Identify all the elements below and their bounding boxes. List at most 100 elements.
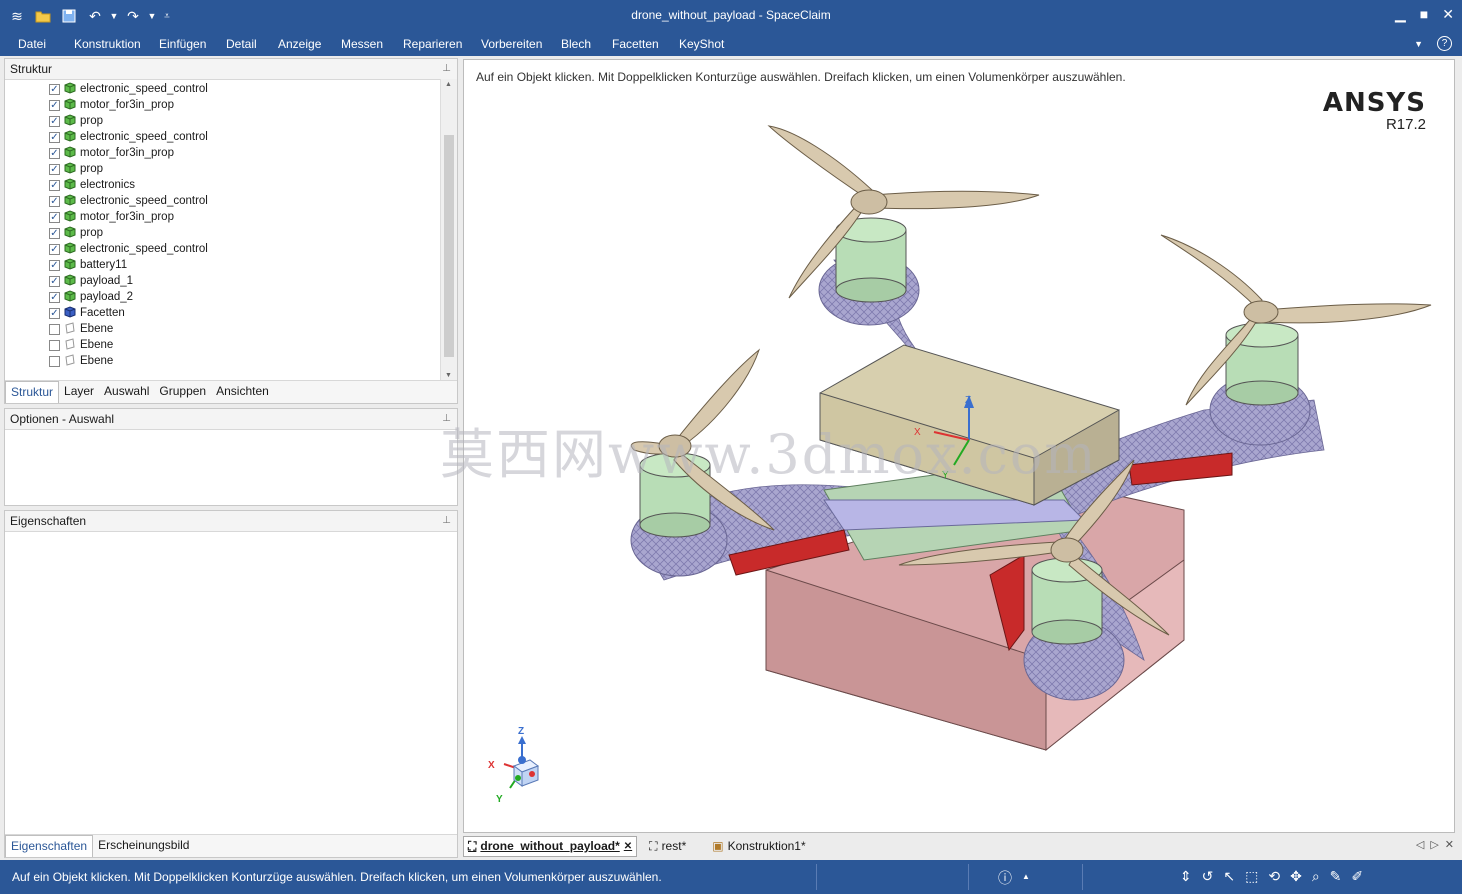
tree-item[interactable]: ✓ electronic_speed_control: [49, 81, 208, 97]
visibility-checkbox[interactable]: [49, 355, 60, 367]
tab-prev-icon[interactable]: ◁: [1416, 838, 1424, 851]
tree-item[interactable]: Ebene: [49, 321, 113, 337]
scroll-up-icon[interactable]: ▲: [445, 81, 452, 88]
menu-konstruktion[interactable]: Konstruktion: [74, 37, 141, 51]
scroll-down-icon[interactable]: ▼: [445, 372, 452, 379]
view-cube[interactable]: Z X Y: [488, 726, 540, 805]
menu-anzeige[interactable]: Anzeige: [278, 37, 321, 51]
tab-gruppen[interactable]: Gruppen: [154, 381, 211, 403]
visibility-checkbox[interactable]: ✓: [49, 291, 60, 303]
visibility-checkbox[interactable]: [49, 339, 60, 351]
info-icon[interactable]: ⓘ: [998, 868, 1012, 888]
pen-icon[interactable]: ✐: [1351, 868, 1363, 888]
tree-item[interactable]: ✓ motor_for3in_prop: [49, 209, 174, 225]
tab-ansichten[interactable]: Ansichten: [211, 381, 274, 403]
doc-tab-konstruktion[interactable]: ▣ Konstruktion1*: [708, 837, 809, 855]
tree-item[interactable]: ✓ battery11: [49, 257, 127, 273]
visibility-checkbox[interactable]: ✓: [49, 243, 60, 255]
spin-icon[interactable]: ⟲: [1268, 868, 1280, 888]
visibility-checkbox[interactable]: ✓: [49, 163, 60, 175]
tree-item[interactable]: ✓ payload_2: [49, 289, 133, 305]
menu-reparieren[interactable]: Reparieren: [403, 37, 462, 51]
tree-item[interactable]: Ebene: [49, 353, 113, 369]
select-arrow-icon[interactable]: ↖: [1223, 868, 1235, 888]
tree-item[interactable]: ✓ motor_for3in_prop: [49, 97, 174, 113]
tree-item[interactable]: ✓ motor_for3in_prop: [49, 145, 174, 161]
tree-item[interactable]: ✓ prop: [49, 225, 103, 241]
menu-vorbereiten[interactable]: Vorbereiten: [481, 37, 542, 51]
assembly-icon: ▣: [712, 839, 724, 853]
tree-item[interactable]: ✓ electronic_speed_control: [49, 129, 208, 145]
pan-icon[interactable]: ✥: [1290, 868, 1302, 888]
menu-messen[interactable]: Messen: [341, 37, 383, 51]
document-icon: ⛶: [649, 838, 658, 853]
visibility-checkbox[interactable]: ✓: [49, 179, 60, 191]
visibility-checkbox[interactable]: ✓: [49, 195, 60, 207]
scroll-thumb[interactable]: [444, 135, 454, 357]
menu-detail[interactable]: Detail: [226, 37, 257, 51]
visibility-checkbox[interactable]: ✓: [49, 275, 60, 287]
tree-item-label: prop: [80, 115, 104, 127]
body-cube-icon: [64, 129, 76, 145]
pin-icon[interactable]: ⊥: [442, 409, 451, 429]
tab-struktur[interactable]: Struktur: [5, 381, 60, 403]
structure-scrollbar[interactable]: ▲ ▼: [440, 79, 457, 381]
zoom-icon[interactable]: ⌕: [1312, 868, 1320, 888]
menu-blech[interactable]: Blech: [561, 37, 591, 51]
tree-item[interactable]: ✓ prop: [49, 113, 103, 129]
tree-item[interactable]: ✓ electronic_speed_control: [49, 193, 208, 209]
properties-tabs: Eigenschaften Erscheinungsbild: [5, 834, 457, 857]
visibility-checkbox[interactable]: [49, 323, 60, 335]
tree-item[interactable]: ✓ payload_1: [49, 273, 133, 289]
visibility-checkbox[interactable]: ✓: [49, 259, 60, 271]
tab-layer[interactable]: Layer: [59, 381, 99, 403]
menu-bar: Datei Konstruktion Einfügen Detail Anzei…: [0, 32, 1462, 56]
ribbon-collapse-icon[interactable]: ▼: [1414, 39, 1423, 51]
visibility-checkbox[interactable]: ✓: [49, 307, 60, 319]
3d-viewport[interactable]: Auf ein Objekt klicken. Mit Doppelklicke…: [463, 59, 1455, 833]
selection-filter-icon[interactable]: ⇕: [1180, 868, 1192, 888]
menu-datei[interactable]: Datei: [18, 37, 46, 51]
body-cube-icon: [64, 193, 76, 209]
menu-einfuegen[interactable]: Einfügen: [159, 37, 206, 51]
close-tab-icon[interactable]: ✕: [624, 841, 632, 852]
menu-facetten[interactable]: Facetten: [612, 37, 659, 51]
box-select-icon[interactable]: ⬚: [1245, 868, 1258, 888]
visibility-checkbox[interactable]: ✓: [49, 147, 60, 159]
undo-select-icon[interactable]: ↺: [1202, 868, 1214, 888]
tab-erscheinungsbild[interactable]: Erscheinungsbild: [93, 835, 194, 857]
tab-eigenschaften[interactable]: Eigenschaften: [5, 835, 94, 857]
pin-icon[interactable]: ⊥: [442, 59, 451, 79]
visibility-checkbox[interactable]: ✓: [49, 211, 60, 223]
doc-tab-drone[interactable]: ⛶ drone_without_payload* ✕: [463, 835, 638, 857]
pin-icon[interactable]: ⊥: [442, 511, 451, 531]
tree-item[interactable]: ✓ electronic_speed_control: [49, 241, 208, 257]
visibility-checkbox[interactable]: ✓: [49, 83, 60, 95]
maximize-icon[interactable]: ■: [1420, 6, 1428, 23]
tree-item[interactable]: ✓ Facetten: [49, 305, 125, 321]
motor-left[interactable]: [639, 452, 711, 538]
menu-keyshot[interactable]: KeyShot: [679, 37, 724, 51]
tab-close-icon[interactable]: ✕: [1445, 838, 1454, 851]
tree-item-label: prop: [80, 227, 104, 239]
tree-item[interactable]: ✓ electronics: [49, 177, 135, 193]
tab-auswahl[interactable]: Auswahl: [99, 381, 154, 403]
tree-item-label: Ebene: [80, 323, 114, 335]
close-icon[interactable]: ✕: [1442, 6, 1454, 23]
tab-next-icon[interactable]: ▷: [1430, 838, 1438, 851]
structure-title: Struktur: [10, 62, 53, 76]
visibility-checkbox[interactable]: ✓: [49, 99, 60, 111]
sketch-icon[interactable]: ✎: [1330, 868, 1342, 888]
visibility-checkbox[interactable]: ✓: [49, 227, 60, 239]
doc-tab-rest[interactable]: ⛶ rest*: [645, 837, 690, 856]
tree-item[interactable]: Ebene: [49, 337, 113, 353]
body-cube-icon: [64, 241, 76, 257]
help-icon[interactable]: ?: [1437, 36, 1452, 51]
minimize-icon[interactable]: ▁: [1395, 6, 1406, 23]
visibility-checkbox[interactable]: ✓: [49, 131, 60, 143]
visibility-checkbox[interactable]: ✓: [49, 115, 60, 127]
tree-item[interactable]: ✓ prop: [49, 161, 103, 177]
info-dropdown-icon[interactable]: ▲: [1022, 872, 1030, 888]
doc-tab-drone-label: drone_without_payload*: [480, 839, 620, 853]
drone-model[interactable]: Z X Y Z X Y: [464, 60, 1454, 832]
